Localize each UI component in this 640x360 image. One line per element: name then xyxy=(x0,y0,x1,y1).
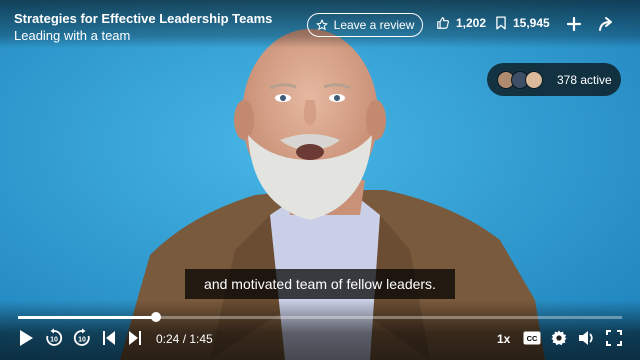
progress-fill xyxy=(18,316,157,319)
play-icon xyxy=(20,330,33,346)
next-button[interactable] xyxy=(128,328,142,348)
bookmark-icon xyxy=(495,16,507,30)
progress-bar[interactable] xyxy=(18,312,622,322)
forward-button[interactable]: 10 xyxy=(72,328,92,348)
video-title: Leading with a team xyxy=(14,28,131,43)
plus-icon xyxy=(566,16,582,32)
captions-button[interactable]: CC xyxy=(523,328,541,348)
forward-10-icon: 10 xyxy=(73,328,90,346)
play-button[interactable] xyxy=(18,328,34,348)
closed-captions-icon: CC xyxy=(523,331,541,345)
svg-text:CC: CC xyxy=(527,334,538,343)
active-viewers-badge: 378 active xyxy=(487,63,621,96)
course-title: Strategies for Effective Leadership Team… xyxy=(14,11,273,26)
fullscreen-button[interactable] xyxy=(606,328,622,348)
like-count: 1,202 xyxy=(456,16,487,30)
volume-button[interactable] xyxy=(578,328,596,348)
svg-text:10: 10 xyxy=(78,337,86,344)
share-arrow-icon xyxy=(599,17,612,31)
leave-review-button[interactable]: Leave a review xyxy=(307,13,423,37)
settings-button[interactable] xyxy=(550,328,568,348)
previous-button[interactable] xyxy=(102,328,116,348)
caption-text: and motivated team of fellow leaders. xyxy=(185,269,455,299)
fullscreen-icon xyxy=(606,330,622,346)
svg-text:10: 10 xyxy=(50,337,58,344)
skip-next-icon xyxy=(129,331,141,345)
like-button[interactable]: 1,202 xyxy=(436,16,486,30)
thumbs-up-icon xyxy=(436,16,450,30)
skip-previous-icon xyxy=(103,331,115,345)
volume-icon xyxy=(579,331,593,345)
leave-review-label: Leave a review xyxy=(333,18,415,32)
active-count: 378 active xyxy=(557,72,612,87)
avatar xyxy=(525,70,543,89)
save-count: 15,945 xyxy=(513,16,550,30)
save-button[interactable]: 15,945 xyxy=(495,16,550,30)
viewer-avatars xyxy=(497,69,557,91)
time-display: 0:24 / 1:45 xyxy=(156,332,213,346)
progress-handle[interactable] xyxy=(151,312,162,322)
playback-speed-button[interactable]: 1x xyxy=(497,332,510,346)
star-icon xyxy=(316,19,328,31)
controls-overlay xyxy=(0,300,640,360)
rewind-10-icon: 10 xyxy=(46,328,63,346)
gear-icon xyxy=(551,330,567,346)
rewind-button[interactable]: 10 xyxy=(44,328,64,348)
video-player[interactable]: Strategies for Effective Leadership Team… xyxy=(0,0,640,360)
add-button[interactable] xyxy=(564,14,584,34)
share-button[interactable] xyxy=(596,14,616,34)
